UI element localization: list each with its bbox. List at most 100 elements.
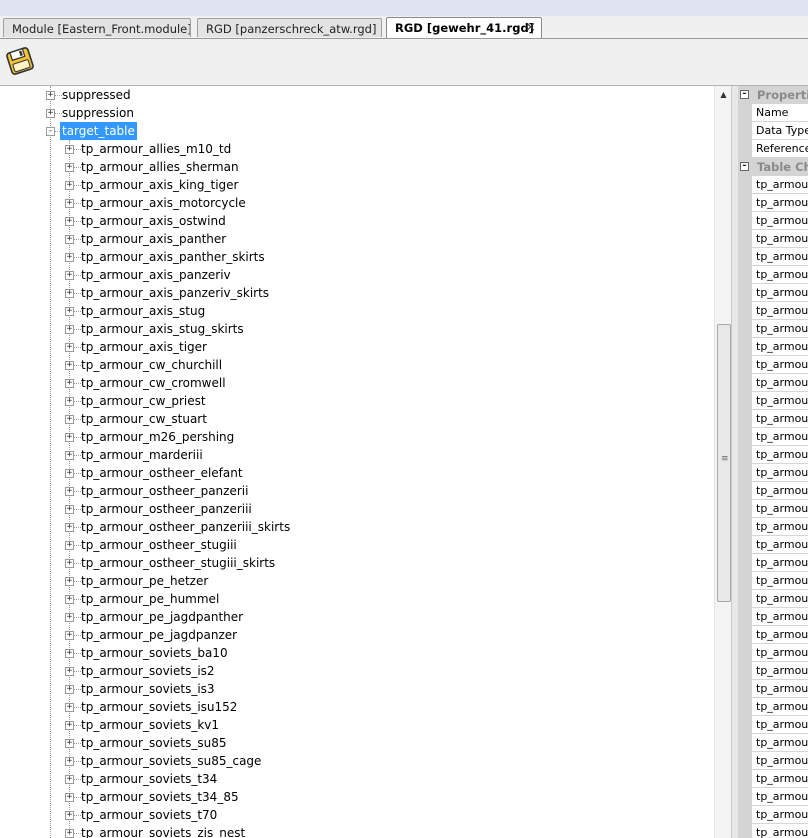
property-row[interactable]: tp_armour_ <box>738 230 808 248</box>
tree-node[interactable]: + tp_armour_cw_priest <box>0 392 714 410</box>
expand-icon[interactable]: + <box>65 415 74 424</box>
tree-node[interactable]: + tp_armour_soviets_su85_cage <box>0 752 714 770</box>
expand-icon[interactable]: + <box>65 289 74 298</box>
expand-icon[interactable]: + <box>65 703 74 712</box>
tree-node[interactable]: + tp_armour_ostheer_stugiii <box>0 536 714 554</box>
property-row[interactable]: tp_armour_ <box>738 212 808 230</box>
property-row[interactable]: tp_armour_ <box>738 806 808 824</box>
property-row[interactable]: tp_armour_ <box>738 518 808 536</box>
property-row[interactable]: tp_armour_ <box>738 446 808 464</box>
tab-eastern-front-module[interactable]: Module [Eastern_Front.module] <box>3 18 191 37</box>
property-row[interactable]: tp_armour_ <box>738 248 808 266</box>
expand-icon[interactable]: + <box>65 145 74 154</box>
property-row[interactable]: tp_armour_ <box>738 500 808 518</box>
property-row[interactable]: Data Type <box>738 122 808 140</box>
expand-icon[interactable]: + <box>65 271 74 280</box>
collapse-icon[interactable]: - <box>740 162 749 171</box>
expand-icon[interactable]: + <box>65 649 74 658</box>
close-icon[interactable]: × <box>525 20 536 35</box>
tab-gewehr-rgd[interactable]: RGD [gewehr_41.rgd] × <box>386 17 542 38</box>
tree-node[interactable]: + tp_armour_axis_stug_skirts <box>0 320 714 338</box>
tree-node[interactable]: - target_table <box>0 122 714 140</box>
property-row[interactable]: tp_armour_ <box>738 266 808 284</box>
property-row[interactable]: tp_armour_ <box>738 716 808 734</box>
expand-icon[interactable]: + <box>65 325 74 334</box>
property-row[interactable]: tp_armour_ <box>738 374 808 392</box>
property-row[interactable]: Name <box>738 104 808 122</box>
property-row[interactable]: tp_armour_ <box>738 662 808 680</box>
tree-node[interactable]: + tp_armour_axis_tiger <box>0 338 714 356</box>
expand-icon[interactable]: + <box>65 631 74 640</box>
expand-icon[interactable]: + <box>46 91 55 100</box>
property-row[interactable]: tp_armour_ <box>738 536 808 554</box>
expand-icon[interactable]: + <box>65 397 74 406</box>
tree-node[interactable]: + tp_armour_soviets_kv1 <box>0 716 714 734</box>
property-category[interactable]: -Properties <box>738 86 808 104</box>
collapse-icon[interactable]: - <box>46 127 55 136</box>
property-row[interactable]: tp_armour_ <box>738 770 808 788</box>
expand-icon[interactable]: + <box>65 487 74 496</box>
expand-icon[interactable]: + <box>65 667 74 676</box>
collapse-icon[interactable]: - <box>740 90 749 99</box>
tree-node[interactable]: + tp_armour_ostheer_panzerii <box>0 482 714 500</box>
property-row[interactable]: tp_armour_ <box>738 320 808 338</box>
tree-node[interactable]: + tp_armour_axis_motorcycle <box>0 194 714 212</box>
expand-icon[interactable]: + <box>65 721 74 730</box>
property-row[interactable]: tp_armour_ <box>738 356 808 374</box>
expand-icon[interactable]: + <box>65 199 74 208</box>
property-row[interactable]: tp_armour_ <box>738 428 808 446</box>
expand-icon[interactable]: + <box>65 163 74 172</box>
expand-icon[interactable]: + <box>65 739 74 748</box>
tree-node[interactable]: + tp_armour_pe_hetzer <box>0 572 714 590</box>
save-button[interactable] <box>4 45 36 77</box>
tree-view[interactable]: + suppressed + suppression - target_table + tp_… <box>0 86 714 838</box>
property-row[interactable]: tp_armour_ <box>738 464 808 482</box>
property-row[interactable]: tp_armour_ <box>738 338 808 356</box>
expand-icon[interactable]: + <box>65 469 74 478</box>
property-row[interactable]: tp_armour_ <box>738 644 808 662</box>
tree-node[interactable]: + tp_armour_axis_panther <box>0 230 714 248</box>
tree-node[interactable]: + tp_armour_pe_hummel <box>0 590 714 608</box>
tree-node[interactable]: + tp_armour_axis_stug <box>0 302 714 320</box>
tree-node[interactable]: + tp_armour_soviets_zis_nest <box>0 824 714 838</box>
property-row[interactable]: tp_armour_ <box>738 734 808 752</box>
tree-node[interactable]: + tp_armour_m26_pershing <box>0 428 714 446</box>
expand-icon[interactable]: + <box>65 217 74 226</box>
expand-icon[interactable]: + <box>65 613 74 622</box>
tree-node[interactable]: + tp_armour_cw_stuart <box>0 410 714 428</box>
tree-node[interactable]: + tp_armour_soviets_t70 <box>0 806 714 824</box>
property-row[interactable]: Reference <box>738 140 808 158</box>
expand-icon[interactable]: + <box>65 379 74 388</box>
expand-icon[interactable]: + <box>65 505 74 514</box>
property-row[interactable]: tp_armour_ <box>738 626 808 644</box>
expand-icon[interactable]: + <box>46 109 55 118</box>
tree-node[interactable]: + tp_armour_ostheer_panzeriii_skirts <box>0 518 714 536</box>
property-grid[interactable]: -PropertiesNameData TypeReference-Table … <box>738 86 808 838</box>
tree-node[interactable]: + tp_armour_pe_jagdpanther <box>0 608 714 626</box>
property-row[interactable]: tp_armour_ <box>738 554 808 572</box>
expand-icon[interactable]: + <box>65 181 74 190</box>
expand-icon[interactable]: + <box>65 253 74 262</box>
tree-node[interactable]: + suppressed <box>0 86 714 104</box>
tree-node[interactable]: + tp_armour_soviets_ba10 <box>0 644 714 662</box>
expand-icon[interactable]: + <box>65 343 74 352</box>
expand-icon[interactable]: + <box>65 433 74 442</box>
expand-icon[interactable]: + <box>65 829 74 838</box>
tree-node[interactable]: + tp_armour_axis_panzeriv_skirts <box>0 284 714 302</box>
expand-icon[interactable]: + <box>65 685 74 694</box>
scroll-up-arrow-icon[interactable]: ▲ <box>715 86 732 103</box>
tree-node[interactable]: + tp_armour_marderiii <box>0 446 714 464</box>
property-row[interactable]: tp_armour_ <box>738 392 808 410</box>
tree-node[interactable]: + tp_armour_soviets_t34 <box>0 770 714 788</box>
tree-node[interactable]: + tp_armour_soviets_t34_85 <box>0 788 714 806</box>
expand-icon[interactable]: + <box>65 577 74 586</box>
scrollbar-thumb[interactable]: ≡ <box>717 324 731 602</box>
tab-panzerschreck-rgd[interactable]: RGD [panzerschreck_atw.rgd] <box>197 18 382 37</box>
property-row[interactable]: tp_armour_ <box>738 788 808 806</box>
tree-node[interactable]: + tp_armour_allies_m10_td <box>0 140 714 158</box>
tree-node[interactable]: + tp_armour_axis_ostwind <box>0 212 714 230</box>
tree-node[interactable]: + tp_armour_soviets_su85 <box>0 734 714 752</box>
property-row[interactable]: tp_armour_ <box>738 410 808 428</box>
property-row[interactable]: tp_armour_ <box>738 608 808 626</box>
tree-node[interactable]: + tp_armour_axis_panther_skirts <box>0 248 714 266</box>
